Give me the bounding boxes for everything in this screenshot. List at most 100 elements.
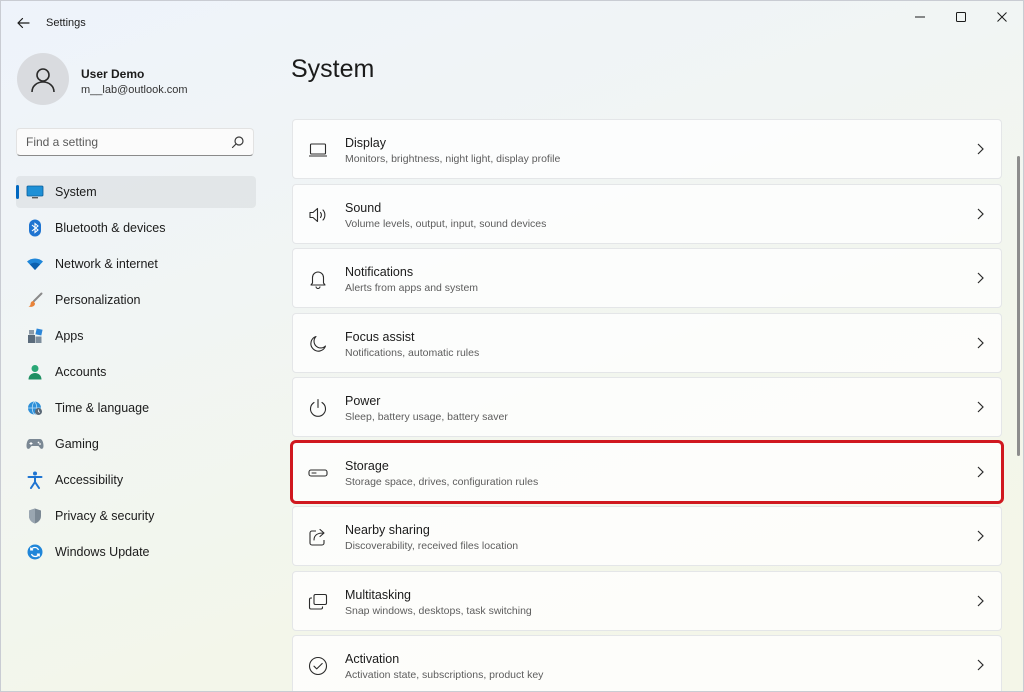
sidebar-item-label: Accessibility (55, 473, 124, 487)
speaker-icon (308, 205, 328, 225)
display-icon (308, 140, 328, 160)
moon-icon (308, 334, 328, 354)
sidebar-item-label: Accounts (55, 365, 107, 379)
card-focus-assist[interactable]: Focus assist Notifications, automatic ru… (292, 312, 1002, 373)
sidebar-item-label: Bluetooth & devices (55, 221, 166, 235)
minimize-icon (915, 16, 925, 18)
card-title: Storage (345, 458, 389, 473)
card-title: Focus assist (345, 329, 415, 344)
card-description: Notifications, automatic rules (345, 346, 480, 359)
sidebar-item-label: System (55, 185, 97, 199)
scrollbar[interactable] (1017, 156, 1020, 456)
title-bar: Settings (1, 1, 1023, 45)
sidebar-item-bluetooth[interactable]: Bluetooth & devices (16, 212, 256, 244)
sidebar-item-label: Apps (55, 329, 84, 343)
search-box (16, 128, 254, 156)
maximize-button[interactable] (941, 3, 981, 31)
card-power[interactable]: Power Sleep, battery usage, battery save… (292, 377, 1002, 437)
user-icon (31, 68, 55, 93)
card-notifications[interactable]: Notifications Alerts from apps and syste… (292, 248, 1002, 308)
card-description: Activation state, subscriptions, product… (345, 669, 544, 681)
card-title: Multitasking (345, 587, 411, 602)
chevron-right-icon (977, 530, 984, 542)
settings-list: Display Monitors, brightness, night ligh… (290, 119, 1004, 691)
page-title: System (291, 55, 375, 83)
card-title: Sound (345, 200, 382, 215)
chevron-right-icon (977, 466, 984, 477)
settings-window: Settings User Demo m__lab@outlook.com Sy… (0, 0, 1024, 692)
maximize-icon (956, 12, 966, 22)
card-description: Snap windows, desktops, task switching (345, 604, 532, 617)
sidebar-nav: System Bluetooth & devices Network & int… (16, 176, 256, 572)
brush-icon (26, 291, 44, 309)
gamepad-icon (26, 435, 44, 453)
bluetooth-icon (26, 219, 44, 237)
sidebar-item-label: Gaming (55, 437, 99, 451)
user-name: User Demo (81, 67, 145, 81)
card-title: Power (345, 394, 381, 408)
chevron-right-icon (977, 208, 984, 219)
minimize-button[interactable] (900, 3, 940, 31)
chevron-right-icon (977, 659, 984, 671)
sidebar-item-system[interactable]: System (16, 176, 256, 208)
sidebar-item-time-language[interactable]: Time & language (16, 392, 256, 424)
apps-icon (26, 327, 44, 345)
app-title: Settings (46, 17, 86, 29)
card-description: Alerts from apps and system (345, 282, 479, 294)
card-nearby-sharing[interactable]: Nearby sharing Discoverability, received… (292, 506, 1002, 566)
back-arrow-icon (17, 17, 30, 29)
card-title: Nearby sharing (345, 523, 430, 537)
bell-icon (308, 269, 328, 289)
multitask-icon (308, 592, 328, 612)
sidebar-item-network[interactable]: Network & internet (16, 248, 256, 280)
shield-icon (26, 507, 44, 525)
sidebar-item-windows-update[interactable]: Windows Update (16, 536, 256, 568)
back-button[interactable] (11, 11, 35, 35)
accessibility-icon (26, 471, 44, 489)
sidebar-item-personalization[interactable]: Personalization (16, 284, 256, 316)
sidebar-item-accounts[interactable]: Accounts (16, 356, 256, 388)
sidebar-item-apps[interactable]: Apps (16, 320, 256, 352)
person-icon (26, 363, 44, 381)
sidebar-item-privacy-security[interactable]: Privacy & security (16, 500, 256, 532)
card-sound[interactable]: Sound Volume levels, output, input, soun… (292, 183, 1002, 244)
close-button[interactable] (982, 3, 1022, 31)
chevron-right-icon (977, 143, 984, 155)
storage-icon (308, 463, 328, 483)
card-activation[interactable]: Activation Activation state, subscriptio… (292, 635, 1002, 691)
card-description: Discoverability, received files location (345, 540, 519, 552)
sidebar-item-gaming[interactable]: Gaming (16, 428, 256, 460)
sidebar-item-label: Time & language (55, 401, 150, 415)
wifi-icon (26, 255, 44, 273)
globe-clock-icon (26, 399, 44, 417)
chevron-right-icon (977, 337, 984, 348)
close-icon (997, 12, 1007, 22)
card-title: Notifications (345, 265, 414, 279)
card-multitasking[interactable]: Multitasking Snap windows, desktops, tas… (292, 570, 1002, 631)
sidebar-item-label: Personalization (55, 293, 141, 307)
power-icon (308, 398, 328, 418)
sidebar-item-label: Privacy & security (55, 509, 155, 523)
sidebar-item-label: Windows Update (55, 545, 150, 559)
avatar[interactable] (17, 53, 69, 105)
search-icon[interactable] (231, 135, 245, 149)
update-icon (26, 543, 44, 561)
card-description: Volume levels, output, input, sound devi… (345, 217, 547, 230)
chevron-right-icon (977, 401, 984, 413)
card-storage[interactable]: Storage Storage space, drives, configura… (290, 439, 1004, 504)
search-input[interactable] (17, 129, 236, 155)
share-icon (308, 527, 328, 547)
card-display[interactable]: Display Monitors, brightness, night ligh… (292, 119, 1002, 179)
card-description: Storage space, drives, configuration rul… (345, 475, 539, 488)
card-title: Activation (345, 652, 400, 666)
card-description: Monitors, brightness, night light, displ… (345, 153, 561, 165)
chevron-right-icon (977, 272, 984, 284)
sidebar-item-accessibility[interactable]: Accessibility (16, 464, 256, 496)
system-icon (26, 183, 44, 201)
user-email: m__lab@outlook.com (81, 84, 188, 96)
card-description: Sleep, battery usage, battery saver (345, 411, 508, 423)
check-circle-icon (308, 656, 328, 676)
chevron-right-icon (977, 595, 984, 606)
card-title: Display (345, 136, 386, 150)
sidebar-item-label: Network & internet (55, 257, 158, 271)
